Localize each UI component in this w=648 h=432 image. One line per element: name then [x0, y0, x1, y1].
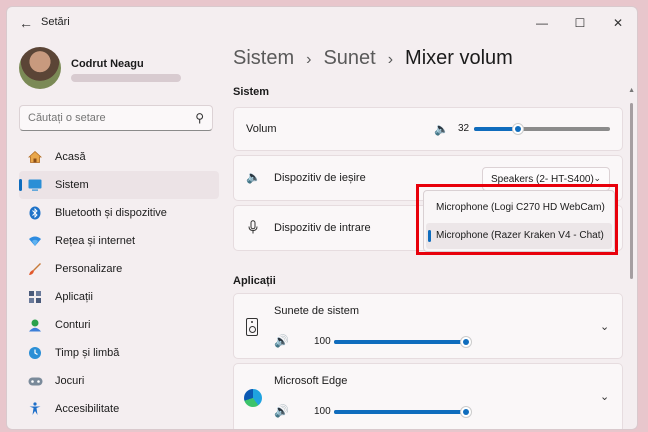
speaker-icon[interactable]: 🔊	[274, 334, 289, 348]
app-name: Microsoft Edge	[274, 375, 348, 387]
window-controls: — ☐ ✕	[523, 7, 637, 39]
account-icon	[27, 317, 43, 333]
wifi-icon	[27, 233, 43, 249]
edge-icon	[244, 389, 262, 407]
sidebar-item-time-language[interactable]: Timp și limbă	[19, 339, 219, 367]
volume-value: 32	[458, 123, 470, 134]
sidebar-item-system[interactable]: Sistem	[19, 171, 219, 199]
app-volume-slider-thumb[interactable]	[460, 336, 472, 348]
search-input[interactable]	[28, 112, 188, 124]
volume-card: Volum 🔈 32	[233, 107, 623, 151]
sidebar-item-label: Bluetooth și dispozitive	[55, 207, 167, 219]
maximize-icon: ☐	[574, 16, 586, 30]
app-card-microsoft-edge: Microsoft Edge 🔊 100 ⌄	[233, 363, 623, 429]
volume-slider-fill	[474, 127, 518, 131]
sidebar-item-label: Acasă	[55, 151, 86, 163]
back-button[interactable]: ←	[17, 14, 35, 32]
breadcrumb: Sistem › Sunet › Mixer volum	[233, 47, 513, 70]
settings-window: ← Setări — ☐ ✕ Codrut Neagu ⚲ Acasă	[6, 6, 638, 430]
app-card-system-sounds: Sunete de sistem 🔊 100 ⌄	[233, 293, 623, 359]
profile-email-blurred	[71, 74, 181, 82]
gamepad-icon	[27, 373, 43, 389]
speaker-icon[interactable]: 🔈	[434, 122, 449, 136]
brush-icon	[27, 261, 43, 277]
annotation-highlight-box	[416, 184, 618, 255]
page-title: Mixer volum	[405, 47, 513, 69]
home-icon	[27, 149, 43, 165]
title-bar: ← Setări — ☐ ✕	[7, 7, 637, 39]
search-box[interactable]: ⚲	[19, 105, 213, 131]
volume-slider-thumb[interactable]	[511, 123, 524, 135]
sidebar-item-accounts[interactable]: Conturi	[19, 311, 219, 339]
bluetooth-icon	[27, 205, 43, 221]
chevron-down-icon[interactable]: ⌄	[600, 320, 609, 333]
app-volume-slider-fill	[334, 340, 466, 344]
app-volume-slider-fill	[334, 410, 466, 414]
output-device-label: Dispozitiv de ieșire	[274, 172, 366, 184]
sidebar-item-bluetooth[interactable]: Bluetooth și dispozitive	[19, 199, 219, 227]
scroll-up-icon[interactable]: ▲	[628, 87, 635, 94]
sidebar-item-label: Jocuri	[55, 375, 85, 387]
minimize-icon: —	[536, 16, 548, 30]
system-icon	[27, 177, 43, 193]
sidebar-item-label: Personalizare	[55, 263, 123, 275]
app-volume-slider[interactable]	[334, 406, 472, 418]
app-volume-slider[interactable]	[334, 336, 472, 348]
search-icon[interactable]: ⚲	[195, 111, 204, 125]
clock-globe-icon	[27, 345, 43, 361]
sidebar-item-label: Sistem	[55, 179, 89, 191]
app-volume-value: 100	[314, 336, 331, 347]
accessibility-icon	[27, 401, 43, 417]
app-volume-value: 100	[314, 406, 331, 417]
minimize-button[interactable]: —	[523, 7, 561, 39]
microphone-icon	[248, 220, 258, 237]
app-title: Setări	[41, 16, 70, 28]
close-button[interactable]: ✕	[599, 7, 637, 39]
volume-label: Volum	[246, 123, 277, 135]
chevron-down-icon[interactable]: ⌄	[600, 390, 609, 403]
sidebar-item-home[interactable]: Acasă	[19, 143, 219, 171]
sidebar-item-gaming[interactable]: Jocuri	[19, 367, 219, 395]
breadcrumb-sound[interactable]: Sunet	[323, 47, 375, 70]
apps-icon	[27, 289, 43, 305]
profile-name: Codrut Neagu	[71, 58, 144, 70]
app-name: Sunete de sistem	[274, 305, 359, 317]
chevron-right-icon: ›	[306, 51, 312, 68]
close-icon: ✕	[612, 16, 624, 30]
chevron-down-icon: ⌄	[593, 173, 601, 183]
sidebar-nav: Acasă Sistem Bluetooth și dispozitive Re…	[19, 143, 219, 423]
breadcrumb-system[interactable]: Sistem	[233, 47, 294, 70]
input-device-label: Dispozitiv de intrare	[274, 222, 371, 234]
sidebar-item-network[interactable]: Rețea și internet	[19, 227, 219, 255]
system-sounds-icon	[246, 318, 258, 336]
sidebar-item-accessibility[interactable]: Accesibilitate	[19, 395, 219, 423]
sidebar-item-label: Conturi	[55, 319, 91, 331]
maximize-button[interactable]: ☐	[561, 7, 599, 39]
sidebar-item-label: Timp și limbă	[55, 347, 120, 359]
sidebar-item-personalization[interactable]: Personalizare	[19, 255, 219, 283]
scrollbar[interactable]	[630, 103, 633, 279]
sidebar-item-apps[interactable]: Aplicații	[19, 283, 219, 311]
arrow-left-icon: ←	[19, 15, 33, 31]
speaker-icon: 🔈	[246, 170, 261, 184]
chevron-right-icon: ›	[387, 51, 394, 68]
volume-slider[interactable]	[474, 123, 610, 135]
speaker-icon[interactable]: 🔊	[274, 404, 289, 418]
section-title-system: Sistem	[233, 86, 270, 98]
section-title-apps: Aplicații	[233, 275, 276, 287]
selection-indicator	[19, 179, 22, 191]
sidebar-item-label: Accesibilitate	[55, 403, 120, 415]
sidebar-item-label: Aplicații	[55, 291, 93, 303]
avatar	[19, 47, 61, 89]
app-volume-slider-thumb[interactable]	[460, 406, 472, 418]
sidebar-item-label: Rețea și internet	[55, 235, 136, 247]
